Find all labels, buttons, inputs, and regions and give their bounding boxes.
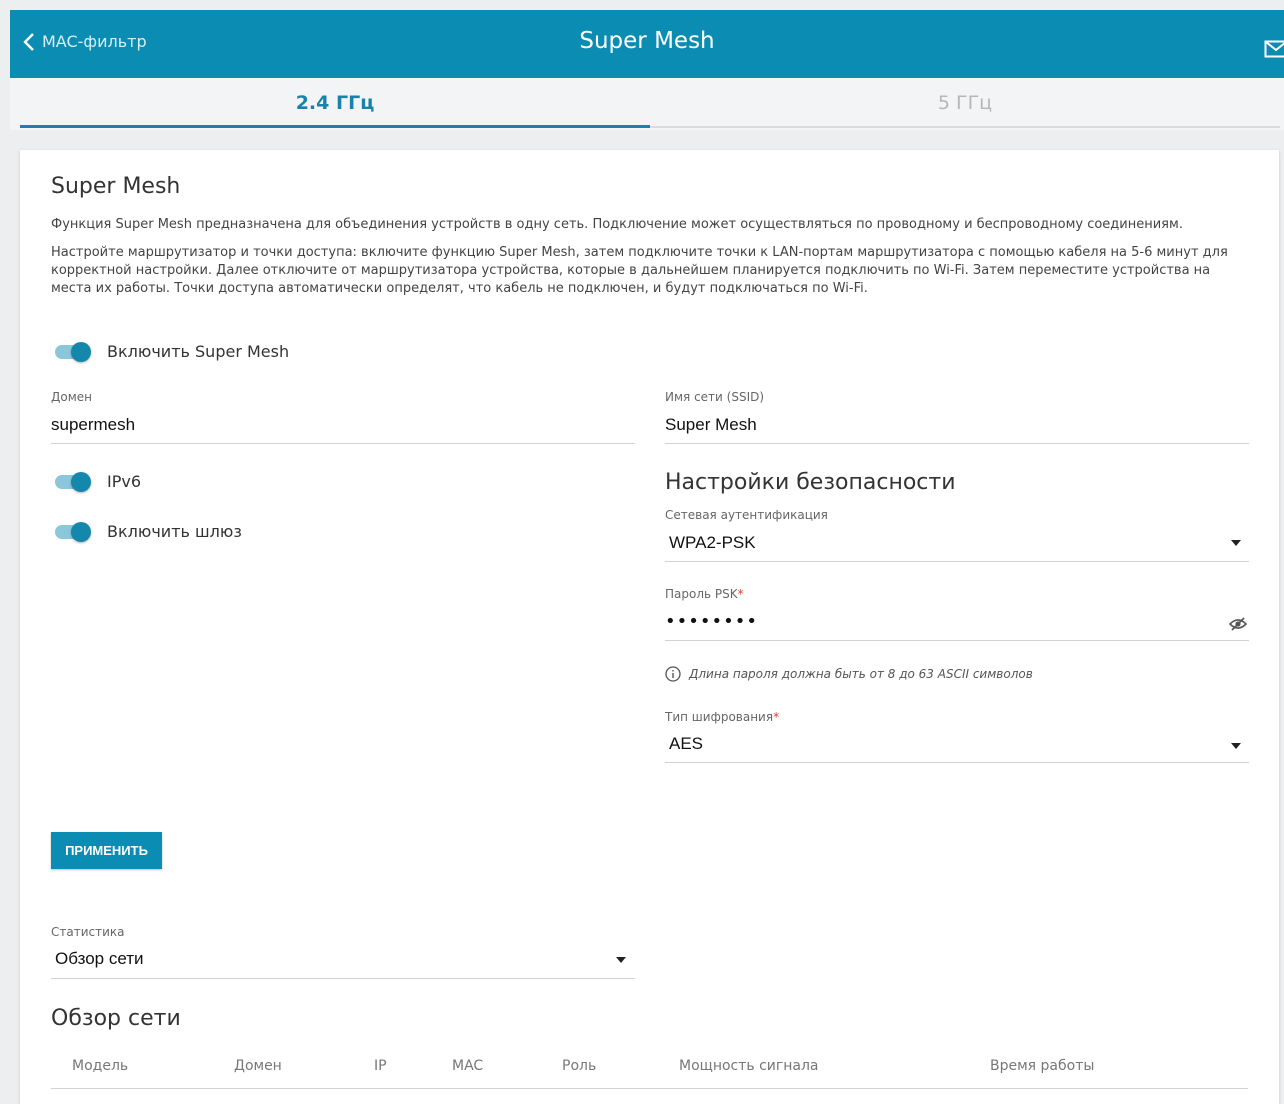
column-header-ip: IP [374, 1058, 387, 1074]
auth-select[interactable]: WPA2-PSK [669, 533, 756, 553]
mail-icon[interactable] [1264, 40, 1284, 58]
description-text-2: Настройте маршрутизатор и точки доступа:… [51, 245, 1228, 296]
section-heading: Super Mesh [51, 174, 181, 199]
toggle-knob [71, 472, 91, 492]
security-heading: Настройки безопасности [665, 470, 956, 495]
psk-underline [665, 640, 1249, 641]
psk-label: Пароль PSK* [665, 587, 744, 601]
ipv6-label: IPv6 [107, 472, 142, 491]
toggle-knob [71, 342, 91, 362]
psk-field[interactable]: •••••••• [665, 611, 758, 632]
chevron-down-icon[interactable] [1231, 743, 1241, 749]
ssid-underline [665, 443, 1249, 444]
ssid-label: Имя сети (SSID) [665, 390, 765, 404]
band-tabs: 2.4 ГГц 5 ГГц [10, 78, 1284, 130]
encryption-label: Тип шифрования* [665, 710, 779, 724]
column-header-domain: Домен [234, 1058, 282, 1074]
eye-off-icon[interactable] [1229, 615, 1247, 633]
table-header-divider [51, 1088, 1248, 1089]
overview-heading: Обзор сети [51, 1006, 181, 1031]
column-header-role: Роль [562, 1058, 597, 1074]
stats-underline [51, 978, 635, 979]
chevron-down-icon[interactable] [616, 957, 626, 963]
domain-field[interactable]: supermesh [51, 415, 135, 435]
enable-mesh-label: Включить Super Mesh [107, 342, 290, 361]
column-header-signal: Мощность сигнала [679, 1058, 819, 1074]
ssid-field[interactable]: Super Mesh [665, 415, 757, 435]
domain-underline [51, 443, 635, 444]
enable-mesh-toggle[interactable] [53, 342, 93, 362]
column-header-mac: MAC [452, 1058, 484, 1074]
psk-hint: Длина пароля должна быть от 8 до 63 ASCI… [665, 666, 1033, 682]
page-title: Super Mesh [579, 28, 715, 54]
required-mark: * [737, 587, 744, 601]
description-text-1: Функция Super Mesh предназначена для объ… [51, 217, 1183, 232]
settings-card: Super Mesh Функция Super Mesh предназнач… [20, 150, 1279, 1104]
auth-label: Сетевая аутентификация [665, 508, 828, 522]
stats-label: Статистика [51, 925, 125, 939]
tab-2-4ghz[interactable]: 2.4 ГГц [20, 78, 650, 128]
info-icon [665, 666, 681, 682]
ipv6-toggle[interactable] [53, 472, 93, 492]
encryption-label-text: Тип шифрования [665, 710, 774, 724]
psk-label-text: Пароль PSK [665, 587, 738, 601]
apply-button[interactable]: ПРИМЕНИТЬ [51, 832, 162, 869]
top-bar: MAC-фильтр Super Mesh [10, 10, 1284, 78]
required-mark: * [773, 710, 780, 724]
chevron-down-icon[interactable] [1231, 540, 1241, 546]
domain-label: Домен [51, 390, 92, 404]
encryption-underline [665, 762, 1249, 763]
stats-select[interactable]: Обзор сети [55, 949, 144, 969]
gateway-toggle[interactable] [53, 522, 93, 542]
tab-5ghz[interactable]: 5 ГГц [650, 78, 1280, 128]
toggle-knob [71, 522, 91, 542]
column-header-model: Модель [72, 1058, 129, 1074]
encryption-select[interactable]: AES [669, 734, 703, 754]
psk-hint-text: Длина пароля должна быть от 8 до 63 ASCI… [689, 667, 1033, 681]
auth-underline [665, 561, 1249, 562]
column-header-uptime: Время работы [990, 1058, 1095, 1074]
gateway-label: Включить шлюз [107, 522, 242, 541]
